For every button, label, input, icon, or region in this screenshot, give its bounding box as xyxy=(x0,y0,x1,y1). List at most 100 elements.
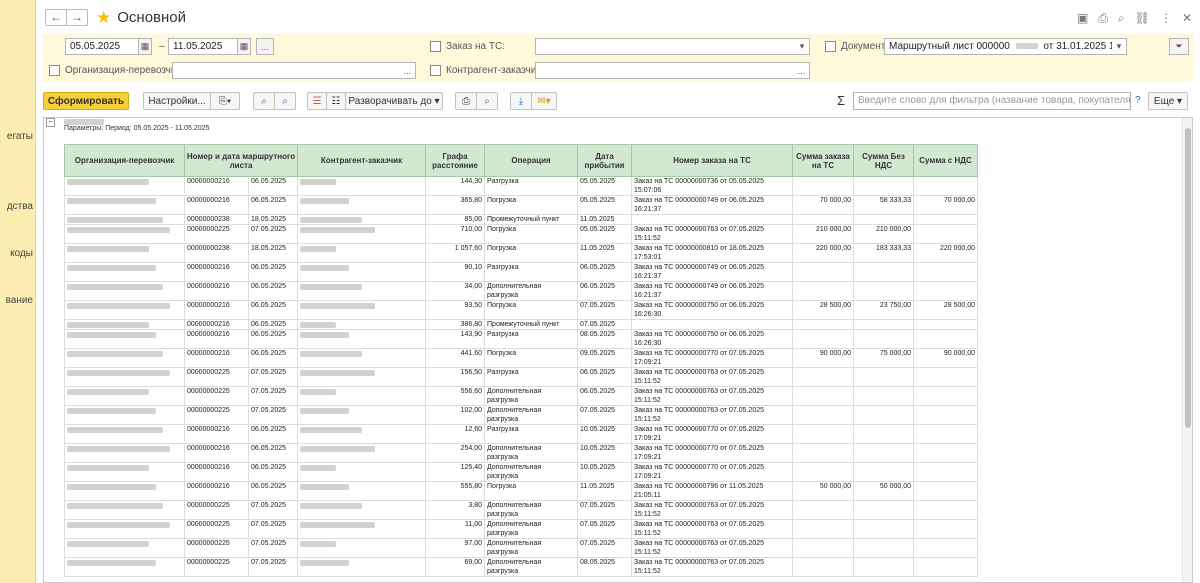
nav-item-2[interactable]: дства xyxy=(7,201,33,212)
table-row[interactable]: 00000000216 06.05.2025 12,60 Разгрузка 10.05… xyxy=(64,424,979,444)
table-row[interactable]: 00000000216 06.05.2025 441,60 Погрузка 09.05… xyxy=(64,348,979,368)
table-row[interactable]: 00000000216 06.05.2025 555,80 Погрузка 11.05… xyxy=(64,481,979,501)
order-line1[interactable]: Заказ на ТС 00000000763 от 07.05.2025 xyxy=(634,540,790,549)
table-row[interactable]: 00000000225 07.05.2025 556,60 Дополнительна… xyxy=(64,386,979,406)
order-line1[interactable]: Заказ на ТС 00000000763 от 07.05.2025 xyxy=(634,559,790,568)
nav-item-4[interactable]: вание xyxy=(6,295,33,306)
carrier-select-button[interactable]: ... xyxy=(400,63,415,78)
table-row[interactable]: 00000000216 06.05.2025 34,00 Дополнительная… xyxy=(64,281,979,301)
order-line1[interactable]: Заказ на ТС 00000000810 от 18.05.2025 xyxy=(634,245,790,254)
date-to-calendar-icon[interactable]: ▦ xyxy=(237,38,251,55)
customer-checkbox[interactable] xyxy=(430,65,441,76)
table-row[interactable]: 00000000216 06.05.2025 125,40 Дополнительна… xyxy=(64,462,979,482)
scrollbar-thumb[interactable] xyxy=(1185,128,1191,428)
table-row[interactable]: 00000000238 18.05.2025 1 057,60 Погрузка 11.… xyxy=(64,243,979,263)
back-button[interactable]: ← xyxy=(45,8,67,26)
generate-button[interactable]: Сформировать xyxy=(43,92,129,110)
customer-select-button[interactable]: ... xyxy=(794,63,809,78)
cell-order-sum: 70 000,00 xyxy=(792,195,855,215)
report-filter-search-input[interactable]: Введите слово для фильтра (название това… xyxy=(853,92,1131,110)
order-line1[interactable]: Заказ на ТС 00000000750 от 06.05.2025 xyxy=(634,331,790,340)
help-icon[interactable]: ? xyxy=(1135,95,1141,106)
table-row[interactable]: 00000000216 06.05.2025 93,50 Погрузка 07.05.… xyxy=(64,300,979,320)
close-icon[interactable]: ✕ xyxy=(1182,11,1192,26)
filter-funnel-icon[interactable]: ⏷ xyxy=(1169,38,1189,55)
table-row[interactable]: 00000000225 07.05.2025 69,00 Дополнительная… xyxy=(64,557,979,577)
document-dropdown-icon[interactable]: ▾ xyxy=(1112,39,1126,54)
print-preview-icon[interactable]: ⌕ xyxy=(476,92,498,110)
group-collapse-icon[interactable]: ☰ xyxy=(307,92,327,110)
table-row[interactable]: 00000000216 06.05.2025 143,90 Разгрузка 08.0… xyxy=(64,329,979,349)
cell-order-sum xyxy=(792,424,855,444)
cell-distance: 556,60 xyxy=(425,386,486,406)
order-line1[interactable]: Заказ на ТС 00000000770 от 07.05.2025 xyxy=(634,445,790,454)
table-row[interactable]: 00000000225 07.05.2025 156,50 Разгрузка 06.0… xyxy=(64,367,979,387)
more-menu-icon[interactable]: ⋮ xyxy=(1160,11,1172,26)
table-row[interactable]: 00000000225 07.05.2025 3,80 Дополнительная р… xyxy=(64,500,979,520)
report-window: ← → ★ Основной ▣ ⎙ ⌕ ⛓ ⋮ ✕ 05.05.2025 ▦ … xyxy=(37,0,1200,583)
order-ts-input[interactable] xyxy=(535,38,810,55)
group-expand-icon[interactable]: ☷ xyxy=(326,92,346,110)
order-ts-checkbox[interactable] xyxy=(430,41,441,52)
order-line1[interactable]: Заказ на ТС 00000000770 от 07.05.2025 xyxy=(634,426,790,435)
favorite-star-icon[interactable]: ★ xyxy=(96,9,111,26)
table-row[interactable]: 00000000216 06.05.2025 386,80 Промежуточный… xyxy=(64,319,979,330)
save-icon[interactable]: ▣ xyxy=(1077,11,1088,26)
date-to-input[interactable]: 11.05.2025 xyxy=(168,38,238,55)
send-email-icon[interactable]: ✉▾ xyxy=(531,92,557,110)
preview-icon[interactable]: ⌕ xyxy=(1118,11,1125,26)
date-from-calendar-icon[interactable]: ▦ xyxy=(138,38,152,55)
forward-button[interactable]: → xyxy=(66,8,88,26)
settings-button[interactable]: Настройки... xyxy=(143,92,211,110)
carrier-input[interactable] xyxy=(172,62,416,79)
vertical-scrollbar[interactable] xyxy=(1182,118,1192,582)
document-input[interactable]: Маршрутный лист 000000 от 31.01.2025 15:… xyxy=(884,38,1127,55)
order-line1[interactable]: Заказ на ТС 00000000763 от 07.05.2025 xyxy=(634,502,790,511)
find-next-icon[interactable]: ⌕ xyxy=(274,92,296,110)
link-icon[interactable]: ⛓ xyxy=(1135,11,1150,26)
cell-customer xyxy=(297,462,427,482)
table-row[interactable]: 00000000225 07.05.2025 710,00 Погрузка 05.05… xyxy=(64,224,979,244)
print-report-icon[interactable]: ⎙ xyxy=(455,92,477,110)
order-line1[interactable]: Заказ на ТС 00000000749 от 06.05.2025 xyxy=(634,264,790,273)
sum-sigma-icon[interactable]: Σ xyxy=(837,93,845,108)
order-line1[interactable]: Заказ на ТС 00000000750 от 06.05.2025 xyxy=(634,302,790,311)
table-row[interactable]: 00000000216 06.05.2025 90,10 Разгрузка 06.05… xyxy=(64,262,979,282)
date-from-input[interactable]: 05.05.2025 xyxy=(65,38,139,55)
order-ts-dropdown-icon[interactable]: ▾ xyxy=(795,39,809,54)
table-row[interactable]: 00000000216 06.05.2025 254,00 Дополнительна… xyxy=(64,443,979,463)
table-row[interactable]: 00000000225 07.05.2025 97,00 Дополнительная… xyxy=(64,538,979,558)
nav-item-3[interactable]: коды xyxy=(10,248,33,259)
cell-sum-no-vat xyxy=(853,500,915,520)
more-button[interactable]: Еще ▾ xyxy=(1148,92,1188,110)
carrier-checkbox[interactable] xyxy=(49,65,60,76)
order-line1[interactable]: Заказ на ТС 00000000770 от 07.05.2025 xyxy=(634,350,790,359)
order-line1[interactable]: Заказ на ТС 00000000763 от 07.05.2025 xyxy=(634,407,790,416)
order-line1[interactable]: Заказ на ТС 00000000763 от 07.05.2025 xyxy=(634,226,790,235)
order-line1[interactable]: Заказ на ТС 00000000749 от 06.05.2025 xyxy=(634,283,790,292)
customer-input[interactable] xyxy=(535,62,810,79)
carrier-blurred xyxy=(67,522,170,528)
document-checkbox[interactable] xyxy=(825,41,836,52)
period-select-button[interactable]: ... xyxy=(256,38,274,55)
order-line1[interactable]: Заказ на ТС 00000000763 от 07.05.2025 xyxy=(634,369,790,378)
order-line1[interactable]: Заказ на ТС 00000000749 от 06.05.2025 xyxy=(634,197,790,206)
print-icon[interactable]: ⎙ xyxy=(1098,11,1108,26)
nav-item-1[interactable]: егаты xyxy=(7,131,33,142)
order-line1[interactable]: Заказ на ТС 00000000763 от 07.05.2025 xyxy=(634,521,790,530)
table-row[interactable]: 00000000225 07.05.2025 102,00 Дополнительна… xyxy=(64,405,979,425)
expand-to-button[interactable]: Разворачивать до ▾ xyxy=(345,92,443,110)
collapse-tree-icon[interactable]: − xyxy=(46,118,55,127)
variants-dropdown-icon[interactable]: ⎘▾ xyxy=(210,92,240,110)
table-row[interactable]: 00000000238 18.05.2025 85,00 Промежуточный … xyxy=(64,214,979,225)
order-line1[interactable]: Заказ на ТС 00000000770 от 07.05.2025 xyxy=(634,464,790,473)
order-line1[interactable]: Заказ на ТС 00000000763 от 07.05.2025 xyxy=(634,388,790,397)
find-icon[interactable]: ⌕ xyxy=(253,92,275,110)
order-line1[interactable]: Заказ на ТС 00000000796 от 11.05.2025 xyxy=(634,483,790,492)
order-line2: 16:21:37 xyxy=(634,292,662,299)
table-row[interactable]: 00000000216 06.05.2025 144,30 Разгрузка 05.0… xyxy=(64,176,979,196)
save-to-file-icon[interactable]: ⤓ xyxy=(510,92,532,110)
table-row[interactable]: 00000000216 06.05.2025 365,80 Погрузка 05.05… xyxy=(64,195,979,215)
order-line1[interactable]: Заказ на ТС 00000000736 от 05.05.2025 xyxy=(634,178,790,187)
table-row[interactable]: 00000000225 07.05.2025 11,00 Дополнительная… xyxy=(64,519,979,539)
